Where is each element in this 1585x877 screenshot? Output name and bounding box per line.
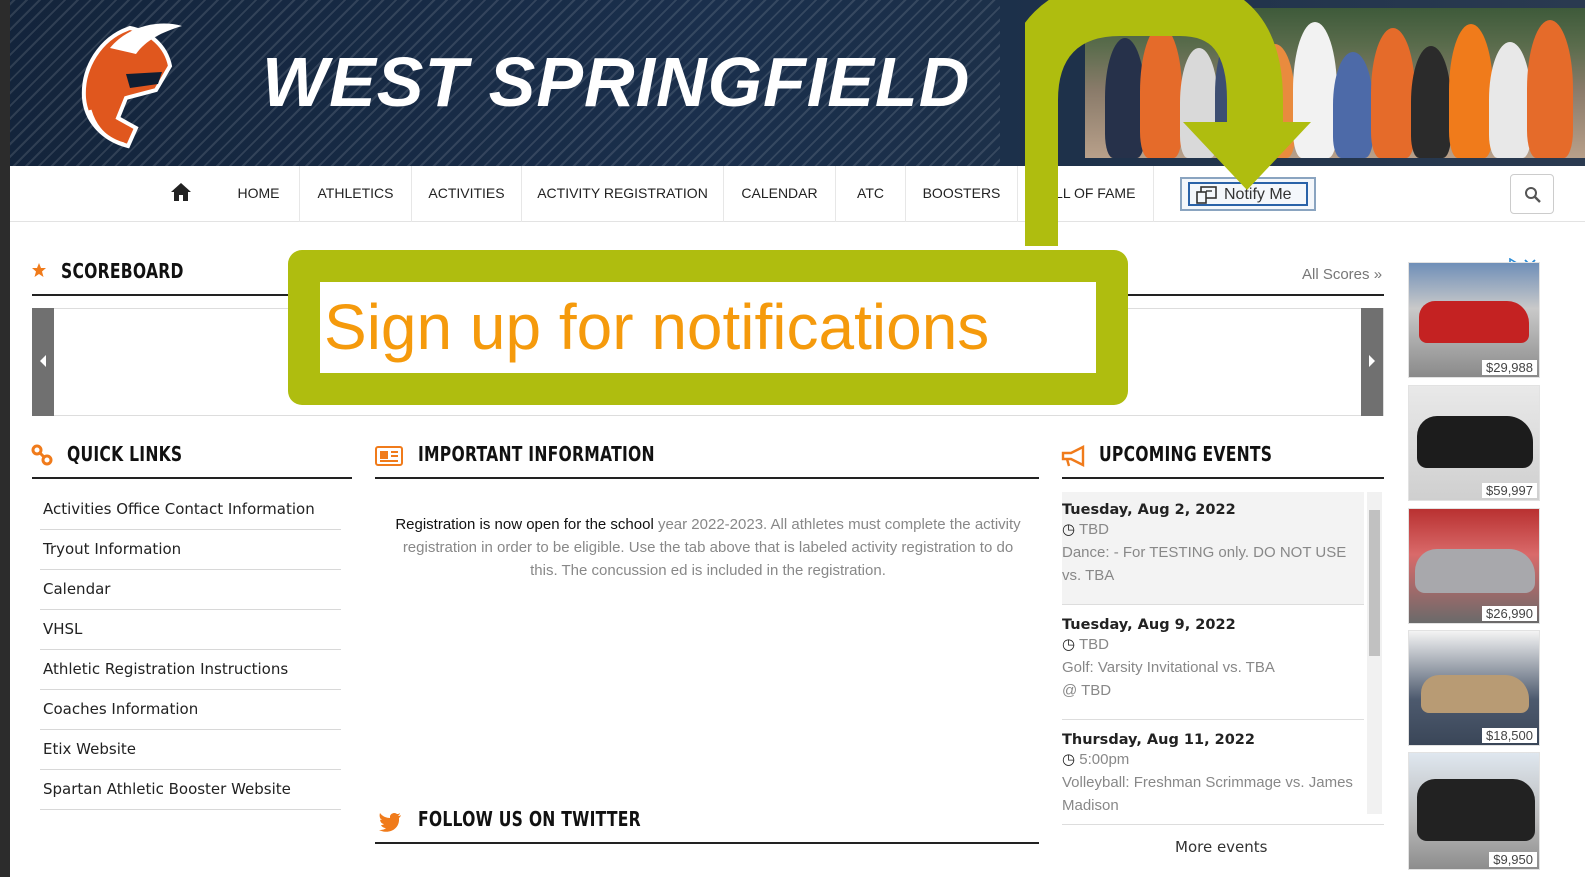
chevron-right-icon bbox=[1369, 355, 1375, 367]
event-time-value: TBD bbox=[1079, 521, 1109, 538]
ad-car[interactable]: $26,990 bbox=[1408, 508, 1540, 624]
site-title[interactable]: WEST SPRINGFIELD bbox=[262, 42, 970, 122]
event-date: Thursday, Aug 11, 2022 bbox=[1062, 732, 1255, 748]
important-info-title: IMPORTANT INFORMATION bbox=[418, 442, 655, 466]
quick-links-divider bbox=[32, 477, 352, 479]
event-item[interactable]: Tuesday, Aug 9, 2022 ◷ TBD Golf: Varsity… bbox=[1062, 606, 1364, 720]
link-icon bbox=[31, 444, 53, 466]
quick-link-activities-office[interactable]: Activities Office Contact Information bbox=[43, 500, 315, 518]
ad-price: $9,950 bbox=[1489, 852, 1537, 867]
event-date: Tuesday, Aug 2, 2022 bbox=[1062, 502, 1236, 518]
car-image bbox=[1417, 779, 1535, 841]
quick-link-separator bbox=[40, 529, 341, 530]
quick-link-separator bbox=[40, 569, 341, 570]
search-button[interactable] bbox=[1510, 174, 1554, 214]
twitter-title: FOLLOW US ON TWITTER bbox=[418, 807, 641, 831]
scoreboard-title: SCOREBOARD bbox=[61, 259, 184, 283]
quick-link-etix[interactable]: Etix Website bbox=[43, 740, 136, 758]
quick-link-separator bbox=[40, 689, 341, 690]
more-events-link[interactable]: More events bbox=[1175, 838, 1268, 856]
scoreboard-next-button[interactable] bbox=[1361, 308, 1383, 416]
scoreboard-prev-button[interactable] bbox=[32, 308, 54, 416]
quick-link-separator bbox=[40, 649, 341, 650]
event-date: Tuesday, Aug 9, 2022 bbox=[1062, 617, 1236, 633]
annotation-arrow bbox=[1025, 0, 1311, 246]
event-item[interactable]: Thursday, Aug 11, 2022 ◷ 5:00pm Volleyba… bbox=[1062, 721, 1364, 814]
events-bottom-divider bbox=[1062, 824, 1384, 825]
important-info-text: Registration is now open for the school … bbox=[392, 513, 1024, 582]
quick-link-tryout[interactable]: Tryout Information bbox=[43, 540, 181, 558]
quick-link-separator bbox=[40, 609, 341, 610]
twitter-icon bbox=[379, 812, 401, 832]
news-icon bbox=[375, 446, 403, 466]
search-icon bbox=[1525, 187, 1541, 203]
nav-athletics[interactable]: ATHLETICS bbox=[300, 166, 412, 222]
quick-link-separator bbox=[40, 729, 341, 730]
event-vs: vs. TBA bbox=[1062, 567, 1115, 584]
home-icon[interactable] bbox=[170, 182, 192, 202]
important-info-divider bbox=[375, 477, 1039, 479]
events-scrollbar[interactable] bbox=[1367, 492, 1382, 814]
nav-calendar[interactable]: CALENDAR bbox=[724, 166, 836, 222]
clock-icon: ◷ bbox=[1062, 521, 1079, 538]
spartan-logo[interactable] bbox=[70, 18, 190, 150]
event-time: ◷ 5:00pm bbox=[1062, 748, 1364, 771]
ad-car[interactable]: $9,950 bbox=[1408, 752, 1540, 870]
ad-car[interactable]: $18,500 bbox=[1408, 630, 1540, 746]
event-time: ◷ TBD bbox=[1062, 633, 1364, 656]
ad-price: $59,997 bbox=[1482, 483, 1537, 498]
all-scores-link[interactable]: All Scores » bbox=[1302, 266, 1382, 283]
events-list[interactable]: Tuesday, Aug 2, 2022 ◷ TBD Dance: - For … bbox=[1062, 492, 1382, 814]
nav-boosters[interactable]: BOOSTERS bbox=[906, 166, 1018, 222]
nav-activities[interactable]: ACTIVITIES bbox=[412, 166, 522, 222]
twitter-divider bbox=[375, 842, 1039, 844]
clock-icon: ◷ bbox=[1062, 636, 1079, 653]
car-image bbox=[1421, 675, 1529, 713]
event-desc: Golf: Varsity Invitational vs. TBA bbox=[1062, 659, 1275, 676]
ad-price: $18,500 bbox=[1482, 728, 1537, 743]
annotation-text: Sign up for notifications bbox=[324, 291, 990, 363]
event-time-value: TBD bbox=[1079, 636, 1109, 653]
quick-link-separator bbox=[40, 769, 341, 770]
nav-atc[interactable]: ATC bbox=[836, 166, 906, 222]
quick-links-title: QUICK LINKS bbox=[67, 442, 183, 466]
megaphone-icon bbox=[1061, 445, 1085, 467]
upcoming-events-divider bbox=[1062, 477, 1384, 479]
car-image bbox=[1415, 549, 1535, 593]
ad-price: $29,988 bbox=[1482, 360, 1537, 375]
quick-link-separator bbox=[40, 809, 341, 810]
important-info-text-lead: Registration is now open for the school bbox=[395, 516, 654, 533]
event-time: ◷ TBD bbox=[1062, 518, 1364, 541]
ad-car[interactable]: $59,997 bbox=[1408, 385, 1540, 501]
nav-home[interactable]: HOME bbox=[218, 166, 300, 222]
quick-link-coaches[interactable]: Coaches Information bbox=[43, 700, 198, 718]
event-item[interactable]: Tuesday, Aug 2, 2022 ◷ TBD Dance: - For … bbox=[1062, 492, 1364, 605]
nav-activity-registration[interactable]: ACTIVITY REGISTRATION bbox=[522, 166, 724, 222]
quick-link-booster-website[interactable]: Spartan Athletic Booster Website bbox=[43, 780, 291, 798]
ad-price: $26,990 bbox=[1482, 606, 1537, 621]
ad-car[interactable]: $29,988 bbox=[1408, 262, 1540, 378]
event-time-value: 5:00pm bbox=[1079, 751, 1130, 768]
upcoming-events-title: UPCOMING EVENTS bbox=[1099, 442, 1273, 466]
events-scrollbar-thumb[interactable] bbox=[1369, 510, 1380, 656]
event-location: @ TBD bbox=[1062, 682, 1112, 699]
window-edge bbox=[0, 0, 10, 877]
site-header: WEST SPRINGFIELD bbox=[0, 0, 1585, 166]
quick-link-vhsl[interactable]: VHSL bbox=[43, 620, 82, 638]
event-desc: Volleyball: Freshman Scrimmage vs. James bbox=[1062, 774, 1353, 791]
car-image bbox=[1419, 301, 1529, 343]
star-icon bbox=[32, 263, 46, 277]
chevron-left-icon bbox=[40, 355, 46, 367]
quick-link-registration-instructions[interactable]: Athletic Registration Instructions bbox=[43, 660, 288, 678]
clock-icon: ◷ bbox=[1062, 751, 1080, 768]
main-nav: HOME ATHLETICS ACTIVITIES ACTIVITY REGIS… bbox=[10, 166, 1585, 222]
quick-link-calendar[interactable]: Calendar bbox=[43, 580, 110, 598]
event-vs: Madison bbox=[1062, 797, 1119, 814]
car-image bbox=[1417, 416, 1533, 468]
event-desc: Dance: - For TESTING only. DO NOT USE bbox=[1062, 544, 1347, 561]
